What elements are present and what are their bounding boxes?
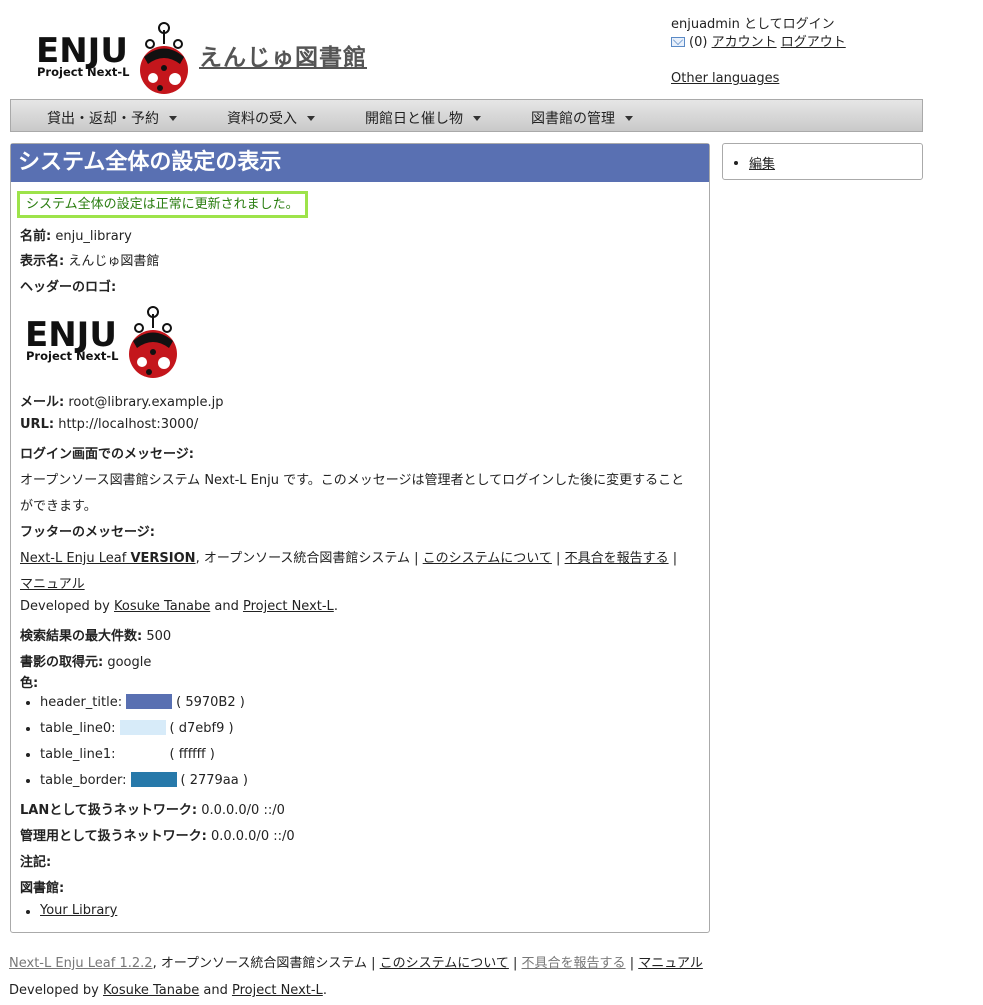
chevron-down-icon — [307, 116, 315, 121]
logout-link[interactable]: ログアウト — [781, 35, 846, 50]
footer-message-developed: Developed by Kosuke Tanabe and Project N… — [20, 599, 338, 614]
color-item-table-line0: table_line0:( d7ebf9 ) — [40, 720, 234, 736]
color-item-header-title: header_title:( 5970B2 ) — [40, 694, 245, 710]
svg-text:Project Next-L: Project Next-L — [37, 65, 130, 79]
field-url: URL: http://localhost:3000/ — [20, 417, 199, 432]
color-item-table-line1: table_line1:( ffffff ) — [40, 746, 215, 762]
svg-text:Project Next-L: Project Next-L — [26, 349, 119, 363]
mail-icon[interactable] — [671, 37, 685, 47]
site-title-link[interactable]: えんじゅ図書館 — [199, 38, 367, 72]
other-languages-link[interactable]: Other languages — [671, 71, 779, 86]
field-colors-label: 色: — [20, 676, 39, 691]
bullet-icon — [26, 701, 30, 705]
color-swatch — [119, 746, 166, 761]
report-bug-link[interactable]: 不具合を報告する — [565, 551, 669, 566]
footer-report-bug-link[interactable]: 不具合を報告する — [522, 956, 626, 971]
field-max-results: 検索結果の最大件数: 500 — [20, 629, 172, 644]
nav-checkout-menu[interactable]: 貸出・返却・予約 — [47, 108, 177, 128]
your-library-link[interactable]: Your Library — [40, 903, 117, 918]
field-note: 注記: — [20, 855, 52, 870]
field-admin-network: 管理用として扱うネットワーク: 0.0.0.0/0 ::/0 — [20, 829, 295, 844]
field-email: メール: root@library.example.jp — [20, 395, 224, 410]
color-item-table-border: table_border:( 2779aa ) — [40, 772, 248, 788]
field-library: 図書館: — [20, 881, 65, 896]
field-lan-network: LANとして扱うネットワーク: 0.0.0.0/0 ::/0 — [20, 803, 285, 818]
field-header-logo: ヘッダーのロゴ: — [20, 280, 117, 295]
bullet-icon — [26, 727, 30, 731]
manual-link[interactable]: マニュアル — [20, 577, 85, 592]
footer-line2: Developed by Kosuke Tanabe and Project N… — [9, 983, 327, 998]
footer-manual-link[interactable]: マニュアル — [638, 956, 703, 971]
sidebar-actions: 編集 — [722, 143, 923, 180]
edit-link[interactable]: 編集 — [749, 153, 775, 172]
library-list-item: Your Library — [40, 903, 117, 918]
page-title: システム全体の設定の表示 — [11, 144, 709, 182]
color-swatch — [126, 694, 173, 709]
project-next-l-link[interactable]: Project Next-L — [243, 599, 334, 614]
footer-message-line2: マニュアル — [20, 573, 85, 592]
field-book-jacket: 書影の取得元: google — [20, 655, 152, 670]
chevron-down-icon — [473, 116, 481, 121]
chevron-down-icon — [169, 116, 177, 121]
chevron-down-icon — [625, 116, 633, 121]
nav-acquisition-menu[interactable]: 資料の受入 — [227, 108, 315, 128]
account-link[interactable]: アカウント — [712, 35, 777, 50]
footer-message-line1: Next-L Enju Leaf VERSION, オープンソース統合図書館シス… — [20, 551, 678, 566]
field-name: 名前: enju_library — [20, 229, 132, 244]
footer-line1: Next-L Enju Leaf 1.2.2, オープンソース統合図書館システム… — [9, 956, 703, 971]
footer-about-link[interactable]: このシステムについて — [380, 956, 509, 971]
field-display-name: 表示名: えんじゅ図書館 — [20, 254, 160, 269]
mail-count: (0) — [689, 35, 708, 50]
field-login-message-label: ログイン画面でのメッセージ: — [20, 447, 194, 462]
user-box: enjuadmin としてログイン (0) アカウント ログアウト Other … — [671, 16, 846, 88]
bullet-icon — [734, 161, 738, 165]
login-message-line2: ができます。 — [20, 499, 97, 514]
nav-admin-menu[interactable]: 図書館の管理 — [531, 108, 633, 128]
page-footer: Next-L Enju Leaf 1.2.2, オープンソース統合図書館システム… — [9, 950, 703, 1004]
footer-enju-leaf-link[interactable]: Next-L Enju Leaf 1.2.2 — [9, 956, 153, 971]
header-logo-image: ENJU Project Next-L — [25, 304, 185, 380]
nav-events-menu[interactable]: 開館日と催し物 — [365, 108, 481, 128]
color-swatch — [130, 772, 177, 787]
success-notice: システム全体の設定は正常に更新されました。 — [17, 191, 308, 218]
field-footer-message-label: フッターのメッセージ: — [20, 525, 155, 540]
bullet-icon — [26, 910, 30, 914]
enju-logo[interactable]: ENJU Project Next-L — [36, 20, 196, 96]
footer-kosuke-tanabe-link[interactable]: Kosuke Tanabe — [103, 983, 199, 998]
bullet-icon — [26, 753, 30, 757]
kosuke-tanabe-link[interactable]: Kosuke Tanabe — [114, 599, 210, 614]
main-content: システム全体の設定の表示 システム全体の設定は正常に更新されました。 名前: e… — [10, 143, 710, 933]
main-navbar: 貸出・返却・予約 資料の受入 開館日と催し物 図書館の管理 — [10, 99, 923, 132]
color-swatch — [119, 720, 166, 735]
bullet-icon — [26, 779, 30, 783]
footer-project-next-l-link[interactable]: Project Next-L — [232, 983, 323, 998]
login-status: enjuadmin としてログイン — [671, 17, 835, 32]
enju-leaf-link[interactable]: Next-L Enju Leaf VERSION — [20, 551, 196, 566]
about-system-link[interactable]: このシステムについて — [423, 551, 552, 566]
header: ENJU Project Next-L えんじゅ図書館 enjuadmin とし… — [0, 0, 983, 98]
login-message-line1: オープンソース図書館システム Next-L Enju です。このメッセージは管理… — [20, 473, 685, 488]
